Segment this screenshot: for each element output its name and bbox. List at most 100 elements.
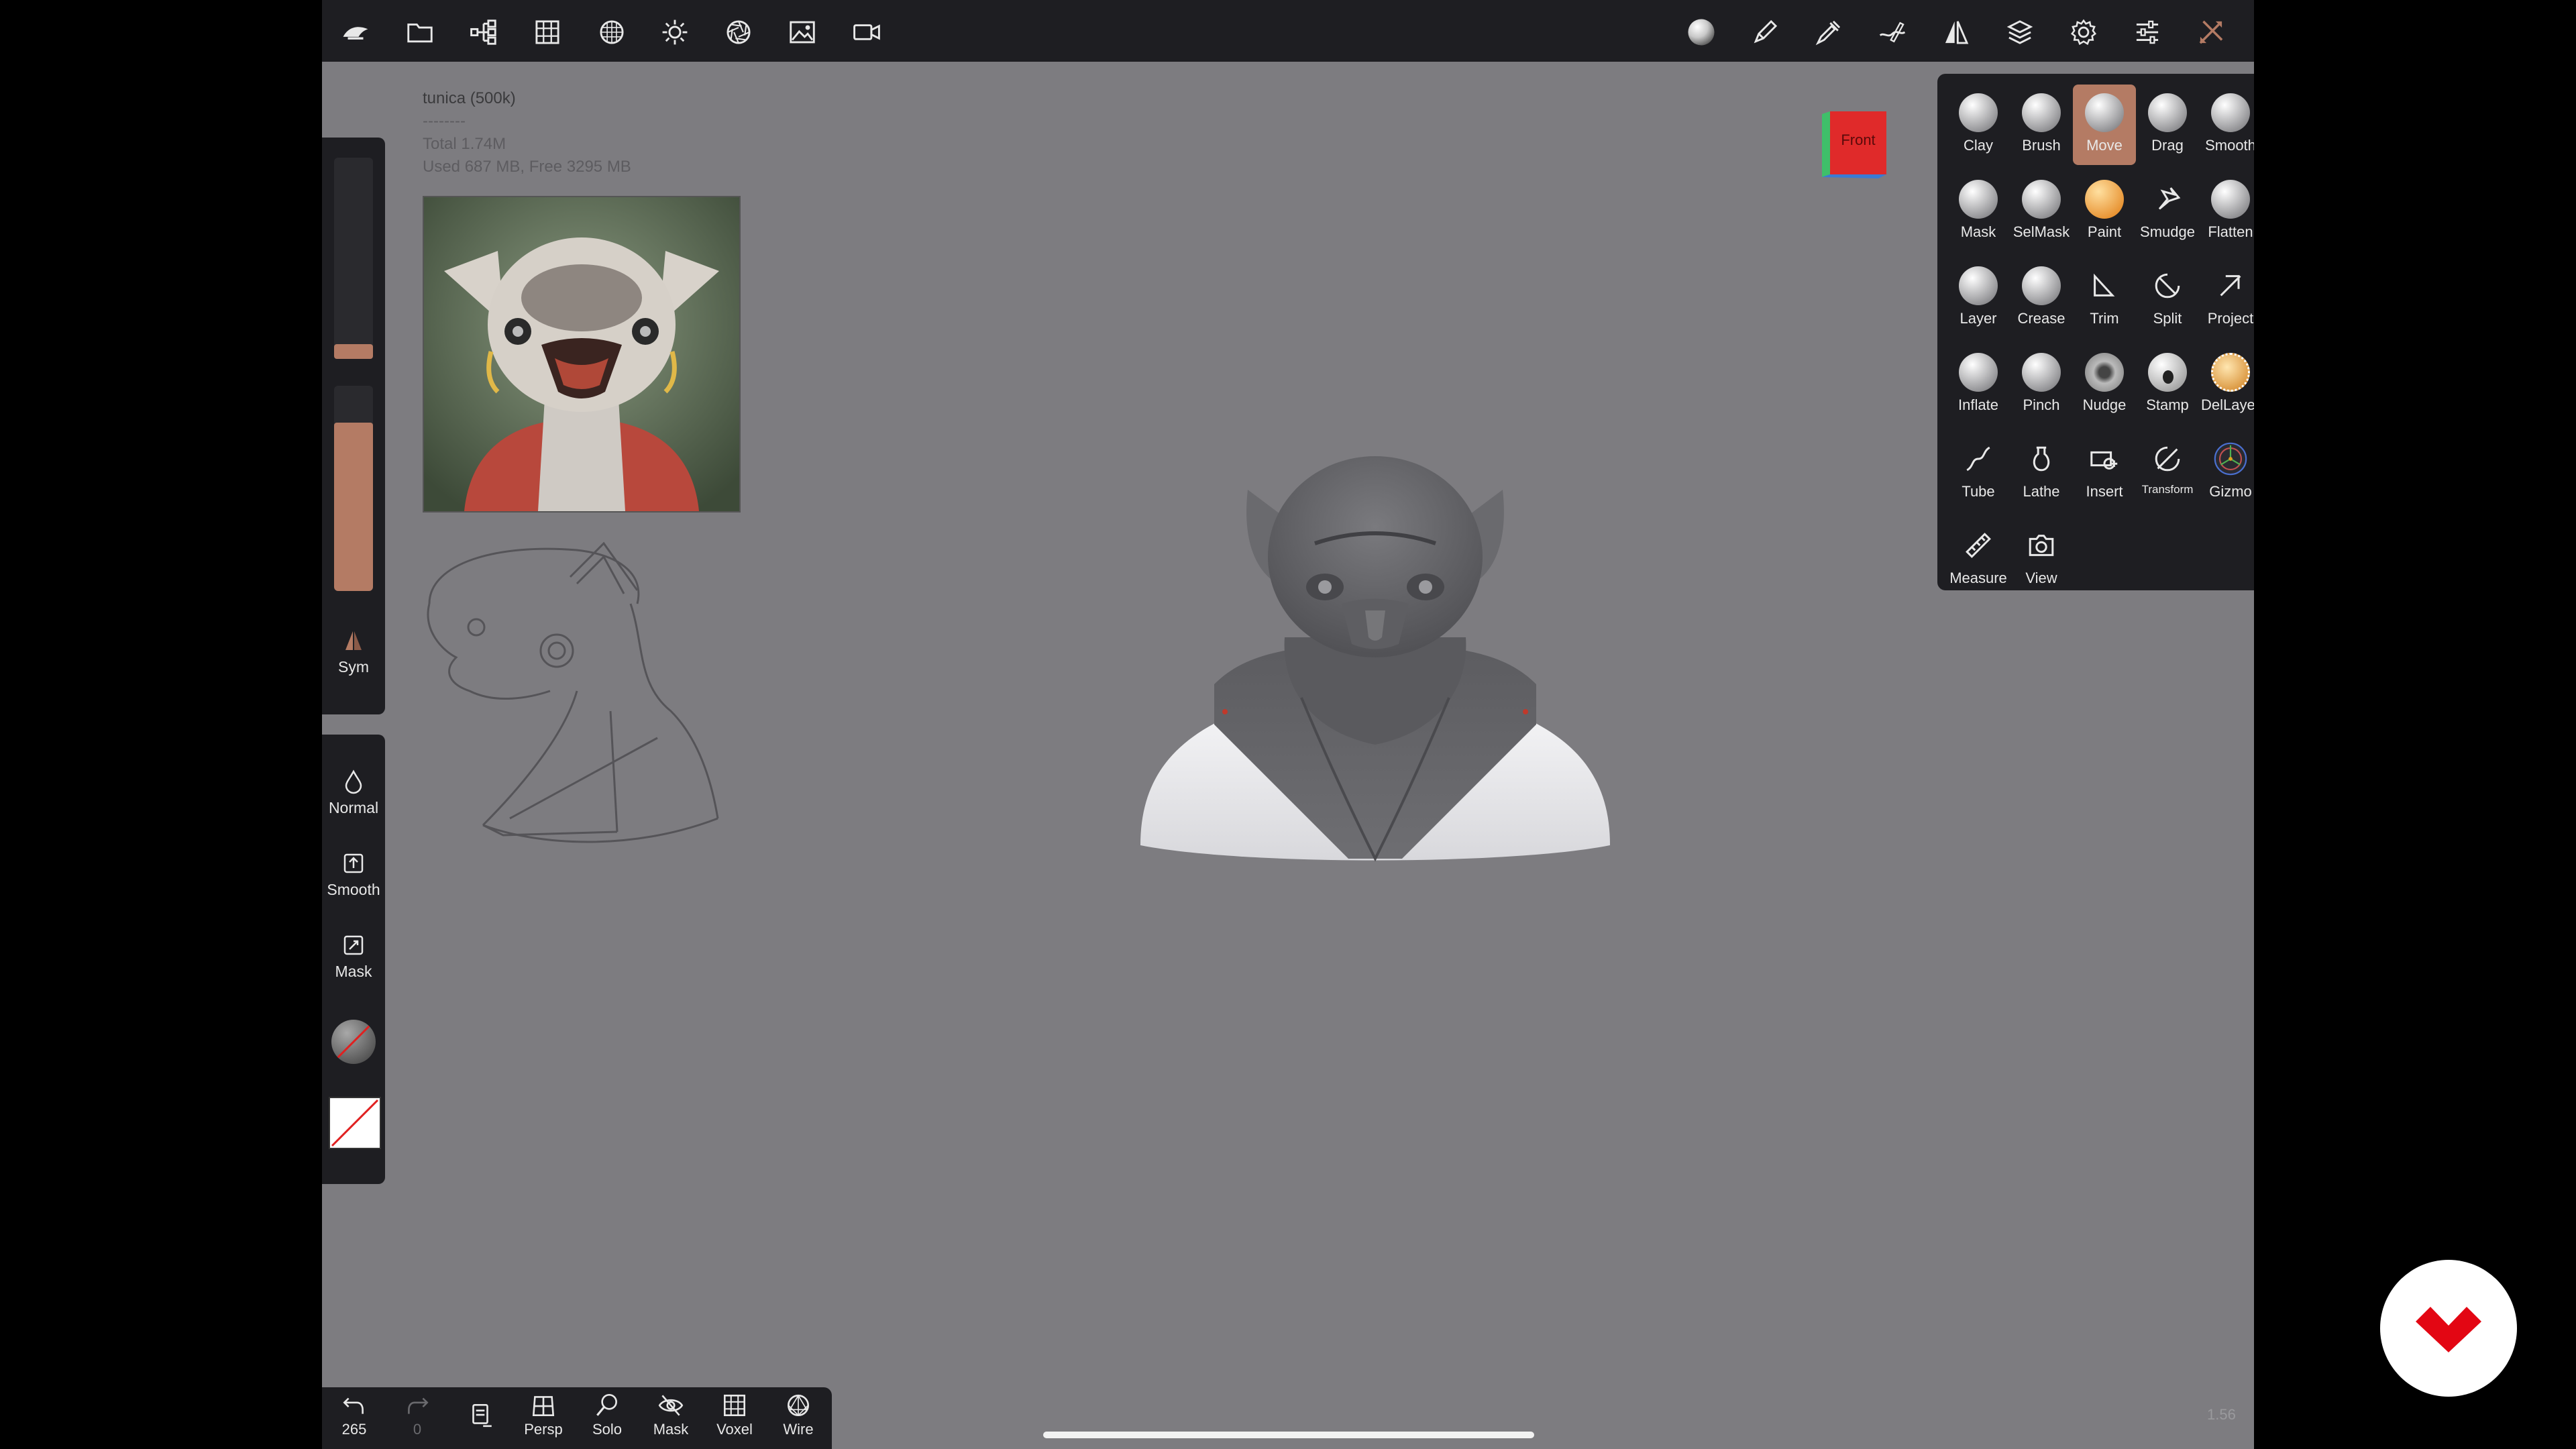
- mode-mask-button[interactable]: Mask: [322, 932, 385, 981]
- tool-mask-label: Mask: [1960, 223, 1996, 240]
- tool-transform[interactable]: Transform: [2136, 431, 2199, 511]
- tool-clay[interactable]: Clay: [1947, 85, 2010, 165]
- tool-selmask-label: SelMask: [2012, 223, 2070, 240]
- redo-button[interactable]: 0: [390, 1391, 444, 1438]
- tool-nudge[interactable]: Nudge: [2073, 344, 2136, 425]
- tool-paint[interactable]: Paint: [2073, 171, 2136, 252]
- home-indicator: [1043, 1432, 1534, 1438]
- persp-label: Persp: [524, 1421, 563, 1438]
- tool-trim[interactable]: Trim: [2073, 258, 2136, 338]
- material-sphere-icon[interactable]: [593, 13, 631, 51]
- info-divider: --------: [423, 112, 466, 130]
- mask-icon: [1957, 178, 2000, 221]
- folder-icon[interactable]: [401, 13, 439, 51]
- redo-arrow-icon: [408, 1397, 429, 1414]
- tool-move-label: Move: [2086, 137, 2123, 154]
- tools-cross-icon[interactable]: [2192, 13, 2230, 51]
- matcap-sphere-icon[interactable]: [1682, 13, 1720, 51]
- tool-insert[interactable]: Insert: [2073, 431, 2136, 511]
- flatten-icon: [2209, 178, 2252, 221]
- stroke-settings-icon[interactable]: [1874, 13, 1911, 51]
- wire-toggle[interactable]: Wire: [771, 1391, 825, 1438]
- camera-aperture-icon[interactable]: [720, 13, 757, 51]
- gear-icon[interactable]: [2065, 13, 2102, 51]
- tool-lathe[interactable]: Lathe: [2010, 431, 2073, 511]
- brush-intensity-slider[interactable]: [334, 386, 373, 591]
- undo-button[interactable]: 265: [327, 1391, 381, 1438]
- tool-drag[interactable]: Drag: [2136, 85, 2199, 165]
- tool-inflate[interactable]: Inflate: [1947, 344, 2010, 425]
- tool-stamp[interactable]: Stamp: [2136, 344, 2199, 425]
- undo-arrow-icon: [343, 1397, 364, 1414]
- app-logo-icon[interactable]: [337, 13, 374, 51]
- mask-label: Mask: [653, 1421, 689, 1438]
- tool-selmask[interactable]: SelMask: [2010, 171, 2073, 252]
- view-cube[interactable]: Front: [1819, 109, 1889, 180]
- mode-smooth-button[interactable]: Smooth: [322, 850, 385, 899]
- mode-smooth-label: Smooth: [327, 881, 380, 898]
- top-toolbar: [322, 0, 2254, 62]
- paint-picker-icon[interactable]: [1810, 13, 1847, 51]
- tool-gizmo-label: Gizmo: [2209, 483, 2252, 500]
- mode-normal-button[interactable]: Normal: [322, 768, 385, 817]
- tool-layer[interactable]: Layer: [1947, 258, 2010, 338]
- video-camera-icon[interactable]: [848, 13, 885, 51]
- tool-tube[interactable]: Tube: [1947, 431, 2010, 511]
- tool-flatten[interactable]: Flatten: [2199, 171, 2254, 252]
- tool-clay-label: Clay: [1963, 137, 1993, 154]
- lighting-sun-icon[interactable]: [656, 13, 694, 51]
- topology-grid-icon[interactable]: [529, 13, 566, 51]
- tool-pinch[interactable]: Pinch: [2010, 344, 2073, 425]
- material-swatch[interactable]: [331, 1020, 376, 1064]
- tool-dellayer-label: DelLayer: [2200, 396, 2254, 413]
- sculpt-model[interactable]: [1134, 443, 1617, 872]
- smooth-mode-icon: [343, 853, 364, 873]
- voxel-toggle[interactable]: Voxel: [708, 1391, 761, 1438]
- magnifier-icon: [596, 1393, 617, 1416]
- measure-icon: [1957, 524, 2000, 567]
- inflate-icon: [1957, 351, 2000, 394]
- menu-button[interactable]: [453, 1401, 507, 1429]
- tool-mask[interactable]: Mask: [1947, 171, 2010, 252]
- persp-toggle[interactable]: Persp: [517, 1391, 570, 1438]
- memory-usage: Used 687 MB, Free 3295 MB: [423, 158, 631, 176]
- layers-icon[interactable]: [2001, 13, 2039, 51]
- tool-dellayer[interactable]: DelLayer: [2199, 344, 2254, 425]
- mode-normal-label: Normal: [328, 799, 379, 816]
- symmetry-icon[interactable]: [1937, 13, 1975, 51]
- document-menu-icon: [472, 1403, 492, 1428]
- smooth-icon: [2209, 91, 2252, 134]
- tool-measure-label: Measure: [1949, 570, 2007, 586]
- solo-toggle[interactable]: Solo: [580, 1391, 634, 1438]
- symmetry-toggle[interactable]: Sym: [322, 627, 385, 676]
- tool-gizmo[interactable]: Gizmo: [2199, 431, 2254, 511]
- brush-radius-slider[interactable]: [334, 158, 373, 359]
- brush-radius-handle[interactable]: [334, 344, 373, 359]
- scene-tree-icon[interactable]: [465, 13, 502, 51]
- tool-move[interactable]: Move: [2073, 85, 2136, 165]
- channel-logo-icon: [2416, 1307, 2481, 1352]
- zoom-readout: 1.56: [2207, 1406, 2236, 1423]
- tool-smooth[interactable]: Smooth: [2199, 85, 2254, 165]
- tool-split[interactable]: Split: [2136, 258, 2199, 338]
- background-image-icon[interactable]: [784, 13, 821, 51]
- tool-brush[interactable]: Brush: [2010, 85, 2073, 165]
- brush-pen-icon[interactable]: [1746, 13, 1784, 51]
- perspective-icon: [532, 1396, 555, 1417]
- color-swatch[interactable]: [329, 1097, 381, 1149]
- tool-project-label: Project: [2207, 310, 2254, 327]
- tool-view[interactable]: View: [2010, 517, 2073, 598]
- tool-smudge[interactable]: Smudge: [2136, 171, 2199, 252]
- view-icon: [2020, 524, 2063, 567]
- no-color-slash-icon: [331, 1099, 379, 1147]
- voxel-label: Voxel: [716, 1421, 753, 1438]
- pinch-icon: [2020, 351, 2063, 394]
- wireframe-sphere-icon: [787, 1394, 810, 1417]
- tool-view-label: View: [2025, 570, 2057, 586]
- mesh-name: tunica (500k): [423, 89, 516, 107]
- tool-project[interactable]: Project: [2199, 258, 2254, 338]
- tool-measure[interactable]: Measure: [1947, 517, 2010, 598]
- tool-crease[interactable]: Crease: [2010, 258, 2073, 338]
- sliders-icon[interactable]: [2129, 13, 2166, 51]
- mask-visibility-toggle[interactable]: Mask: [644, 1391, 698, 1438]
